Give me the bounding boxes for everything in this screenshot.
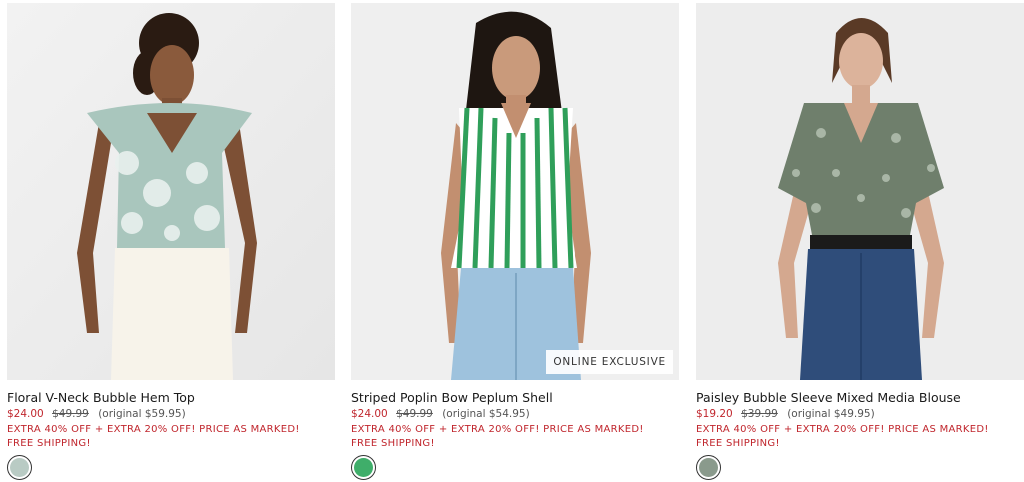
online-exclusive-badge: ONLINE EXCLUSIVE xyxy=(546,350,673,374)
was-price: $49.99 xyxy=(396,408,433,420)
sale-price: $24.00 xyxy=(351,408,388,420)
color-swatch[interactable] xyxy=(7,455,32,480)
product-name[interactable]: Striped Poplin Bow Peplum Shell xyxy=(351,390,553,405)
promo-text: EXTRA 40% OFF + EXTRA 20% OFF! PRICE AS … xyxy=(7,424,300,435)
sale-price: $24.00 xyxy=(7,408,44,420)
promo-text: EXTRA 40% OFF + EXTRA 20% OFF! PRICE AS … xyxy=(351,424,644,435)
product-image[interactable] xyxy=(7,3,335,380)
price-row: $24.00 $49.99 (original $59.95) xyxy=(7,408,186,420)
shipping-text: FREE SHIPPING! xyxy=(696,438,780,449)
product-image[interactable]: ONLINE EXCLUSIVE xyxy=(351,3,679,380)
was-price: $39.99 xyxy=(741,408,778,420)
swatch-fill xyxy=(354,458,373,477)
product-name[interactable]: Floral V-Neck Bubble Hem Top xyxy=(7,390,195,405)
color-swatch[interactable] xyxy=(696,455,721,480)
price-row: $19.20 $39.99 (original $49.95) xyxy=(696,408,875,420)
original-price: (original $59.95) xyxy=(98,408,186,420)
product-grid: Floral V-Neck Bubble Hem Top $24.00 $49.… xyxy=(7,3,1024,482)
price-row: $24.00 $49.99 (original $54.95) xyxy=(351,408,530,420)
original-price: (original $54.95) xyxy=(442,408,530,420)
product-card[interactable]: ONLINE EXCLUSIVE Striped Poplin Bow Pepl… xyxy=(351,3,679,482)
product-image[interactable] xyxy=(696,3,1024,380)
swatch-fill xyxy=(699,458,718,477)
was-price: $49.99 xyxy=(52,408,89,420)
product-card[interactable]: Floral V-Neck Bubble Hem Top $24.00 $49.… xyxy=(7,3,335,482)
sale-price: $19.20 xyxy=(696,408,733,420)
original-price: (original $49.95) xyxy=(787,408,875,420)
shipping-text: FREE SHIPPING! xyxy=(7,438,91,449)
color-swatch[interactable] xyxy=(351,455,376,480)
product-card[interactable]: Paisley Bubble Sleeve Mixed Media Blouse… xyxy=(696,3,1024,482)
product-name[interactable]: Paisley Bubble Sleeve Mixed Media Blouse xyxy=(696,390,961,405)
promo-text: EXTRA 40% OFF + EXTRA 20% OFF! PRICE AS … xyxy=(696,424,989,435)
swatch-fill xyxy=(10,458,29,477)
shipping-text: FREE SHIPPING! xyxy=(351,438,435,449)
